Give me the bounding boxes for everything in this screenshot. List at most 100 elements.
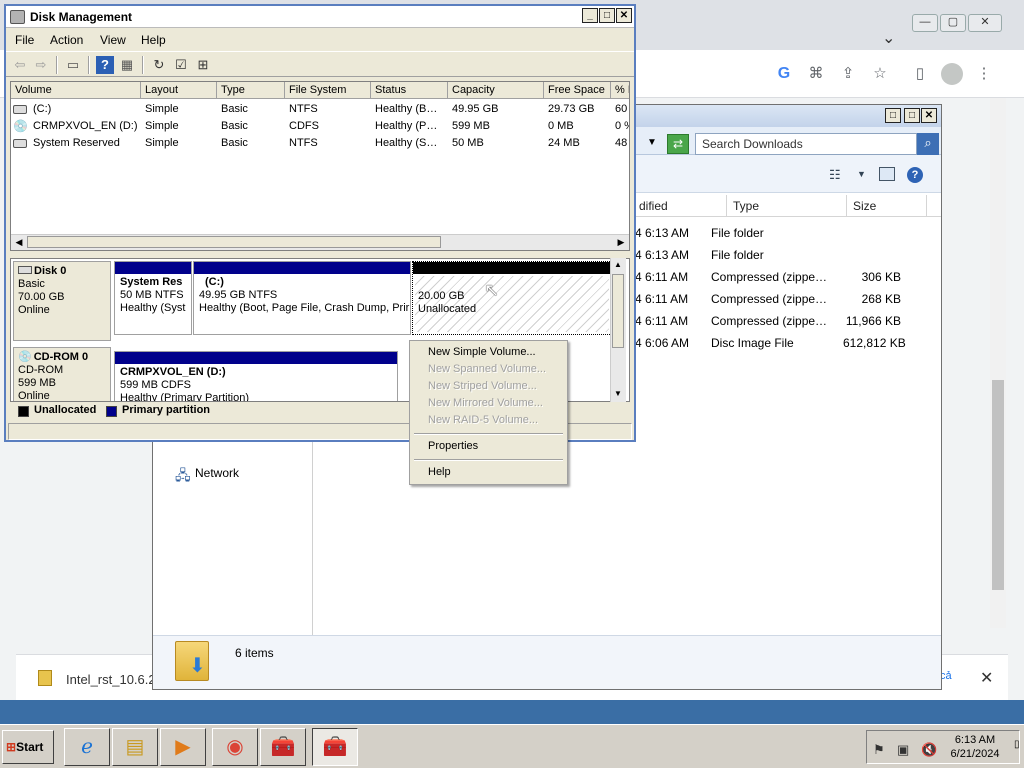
explorer-close-button[interactable]: ✕ [921, 108, 937, 123]
search-input[interactable]: Search Downloads [695, 133, 917, 155]
views-dropdown-icon[interactable]: ▼ [857, 169, 866, 179]
volume-row[interactable]: System Reserved Simple Basic NTFS Health… [11, 135, 629, 152]
partition-unallocated[interactable]: 20.00 GB Unallocated [412, 261, 612, 335]
volume-layout: Simple [145, 103, 179, 115]
file-row[interactable]: 4 6:11 AM Compressed (zippe… 306 KB [633, 267, 933, 289]
column-capacity[interactable]: Capacity [448, 82, 544, 99]
maximize-button[interactable]: □ [599, 8, 615, 23]
minimize-button[interactable]: _ [582, 8, 598, 23]
disk-0-label[interactable]: Disk 0 Basic 70.00 GB Online [13, 261, 111, 341]
volume-list-scroll-thumb[interactable] [27, 236, 441, 248]
help-icon[interactable]: ? [96, 56, 114, 74]
menu-view[interactable]: View [100, 33, 126, 47]
media-player-icon[interactable]: ▶ [160, 728, 206, 766]
column-size[interactable]: Size [847, 195, 927, 217]
volume-row[interactable]: 💿 CRMPXVOL_EN (D:) Simple Basic CDFS Hea… [11, 118, 629, 135]
file-row[interactable]: 4 6:11 AM Compressed (zippe… 11,966 KB [633, 311, 933, 333]
chrome-scroll-thumb[interactable] [992, 380, 1004, 590]
partition-c-drive[interactable]: (C:) 49.95 GB NTFS Healthy (Boot, Page F… [193, 261, 411, 335]
clock[interactable]: 6:13 AM 6/21/2024 [945, 733, 1005, 761]
rescan-icon[interactable]: ⊞ [194, 56, 212, 74]
disk-type: CD-ROM [18, 364, 64, 376]
scroll-down-icon[interactable]: ▼ [614, 389, 622, 398]
partition-system-reserved[interactable]: System Res 50 MB NTFS Healthy (Syst [114, 261, 192, 335]
translate-icon[interactable]: ⌘ [806, 64, 826, 84]
scroll-right-icon[interactable]: ▶ [614, 235, 628, 249]
chrome-minimize-button[interactable]: — [912, 14, 938, 32]
column-type[interactable]: Type [727, 195, 847, 217]
scroll-up-icon[interactable]: ▲ [614, 260, 622, 269]
file-explorer-icon[interactable]: ▤ [112, 728, 158, 766]
column-free-space[interactable]: Free Space [544, 82, 611, 99]
close-button[interactable]: ✕ [616, 8, 632, 23]
partition-status: Healthy (Primary Partition) [120, 392, 249, 402]
partition-d-drive[interactable]: CRMPXVOL_EN (D:) 599 MB CDFS Healthy (Pr… [114, 351, 398, 402]
search-icon[interactable]: ⌕ [917, 133, 939, 155]
explorer-restore-button[interactable]: □ [904, 108, 920, 123]
properties-icon[interactable]: ☑ [172, 56, 190, 74]
menu-action[interactable]: Action [50, 33, 83, 47]
explorer-details-pane [153, 635, 941, 689]
scroll-left-icon[interactable]: ◀ [12, 235, 26, 249]
disk-management-task-icon[interactable]: 🧰 [312, 728, 358, 766]
column-file-system[interactable]: File System [285, 82, 371, 99]
disk-state: Online [18, 304, 50, 316]
tab-search-chevron-icon[interactable]: ⌄ [882, 28, 895, 48]
download-bar-close-icon[interactable]: ✕ [980, 668, 993, 688]
profile-avatar-icon[interactable] [941, 63, 963, 85]
graphical-view-scroll-thumb[interactable] [612, 274, 624, 348]
mouse-cursor-icon: ↖ [484, 280, 500, 300]
explorer-maximize-button[interactable]: □ [885, 108, 901, 123]
partition-status: Unallocated [418, 303, 477, 315]
disk-size: 70.00 GB [18, 291, 65, 303]
column-layout[interactable]: Layout [141, 82, 217, 99]
file-row[interactable]: 4 6:11 AM Compressed (zippe… 268 KB [633, 289, 933, 311]
forward-icon[interactable]: ⇨ [32, 56, 50, 74]
bookmark-star-icon[interactable]: ☆ [870, 64, 890, 84]
server-manager-icon[interactable]: 🧰 [260, 728, 306, 766]
up-icon[interactable]: ▭ [64, 56, 82, 74]
menu-file[interactable]: File [15, 33, 34, 47]
refresh-icon[interactable]: ⇄ [667, 134, 689, 154]
action-center-flag-icon[interactable]: ⚑ [873, 742, 885, 758]
address-dropdown-icon[interactable]: ▼ [647, 137, 657, 148]
side-panel-icon[interactable]: ▯ [910, 64, 930, 84]
start-button[interactable]: ⊞Start [2, 730, 54, 764]
chrome-close-button[interactable]: ✕ [968, 14, 1002, 32]
internet-explorer-icon[interactable]: ℯ [64, 728, 110, 766]
help-icon[interactable]: ? [907, 167, 923, 183]
file-row[interactable]: 4 6:06 AM Disc Image File 612,812 KB [633, 333, 933, 355]
column-type[interactable]: Type [217, 82, 285, 99]
column-status[interactable]: Status [371, 82, 448, 99]
preview-pane-icon[interactable] [879, 167, 895, 181]
volume-row[interactable]: (C:) Simple Basic NTFS Healthy (B… 49.95… [11, 101, 629, 118]
show-desktop-icon[interactable]: ▯ [1014, 739, 1020, 750]
download-filename[interactable]: Intel_rst_10.6.2 [66, 672, 156, 687]
more-menu-icon[interactable]: ⋮ [974, 64, 994, 84]
view-icon[interactable]: ▦ [118, 56, 136, 74]
menu-help[interactable]: Help [412, 464, 565, 481]
menu-new-simple-volume[interactable]: New Simple Volume... [412, 344, 565, 361]
google-icon[interactable]: G [774, 64, 794, 84]
cdrom-0-label[interactable]: 💿 CD-ROM 0 CD-ROM 599 MB Online [13, 347, 111, 402]
chrome-icon[interactable]: ◉ [212, 728, 258, 766]
file-row[interactable]: 4 6:13 AM File folder [633, 223, 933, 245]
file-row[interactable]: 4 6:13 AM File folder [633, 245, 933, 267]
menu-properties[interactable]: Properties [412, 438, 565, 455]
file-modified: 4 6:11 AM [635, 292, 689, 306]
refresh-icon[interactable]: ↻ [150, 56, 168, 74]
menu-help[interactable]: Help [141, 33, 166, 47]
nav-item-network[interactable]: Network [195, 466, 239, 480]
back-icon[interactable]: ⇦ [11, 56, 29, 74]
views-icon[interactable]: ☷ [829, 167, 841, 183]
file-type: File folder [711, 248, 764, 262]
column-date-modified[interactable]: dified [633, 195, 727, 217]
column-volume[interactable]: Volume [11, 82, 141, 99]
network-tray-icon[interactable]: ▣ [897, 742, 909, 758]
partition-size: 599 MB CDFS [120, 379, 191, 391]
volume-muted-icon[interactable]: 🔇 [921, 742, 937, 758]
share-icon[interactable]: ⇪ [838, 64, 858, 84]
column-percent-free[interactable]: % F [611, 82, 629, 99]
disk-state: Online [18, 390, 50, 402]
chrome-maximize-button[interactable]: ▢ [940, 14, 966, 32]
